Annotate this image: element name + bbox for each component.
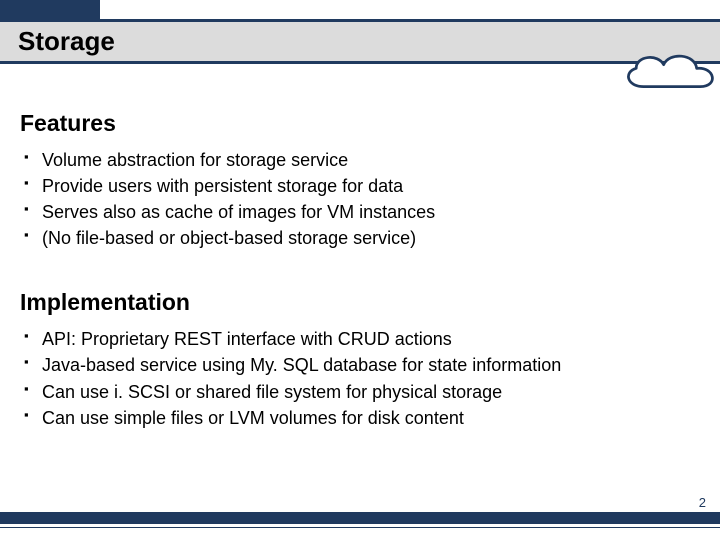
- slide-title: Storage: [18, 26, 115, 57]
- title-bar: Storage: [0, 19, 720, 61]
- section-features: Features Volume abstraction for storage …: [20, 110, 700, 251]
- title-tab: [0, 0, 100, 19]
- bullet-list: Volume abstraction for storage service P…: [20, 147, 700, 251]
- bullet-list: API: Proprietary REST interface with CRU…: [20, 326, 700, 430]
- slide: Storage Features Volume abstraction for …: [0, 0, 720, 540]
- title-underline: [0, 61, 720, 64]
- list-item: (No file-based or object-based storage s…: [42, 225, 700, 251]
- footer-line: [0, 527, 720, 528]
- list-item: API: Proprietary REST interface with CRU…: [42, 326, 700, 352]
- section-heading: Features: [20, 110, 700, 137]
- list-item: Provide users with persistent storage fo…: [42, 173, 700, 199]
- page-number: 2: [699, 495, 706, 510]
- section-implementation: Implementation API: Proprietary REST int…: [20, 289, 700, 430]
- cloud-icon: [616, 48, 720, 96]
- list-item: Can use i. SCSI or shared file system fo…: [42, 379, 700, 405]
- list-item: Java-based service using My. SQL databas…: [42, 352, 700, 378]
- list-item: Volume abstraction for storage service: [42, 147, 700, 173]
- list-item: Can use simple files or LVM volumes for …: [42, 405, 700, 431]
- footer-bar: [0, 512, 720, 524]
- content-area: Features Volume abstraction for storage …: [20, 110, 700, 431]
- section-heading: Implementation: [20, 289, 700, 316]
- list-item: Serves also as cache of images for VM in…: [42, 199, 700, 225]
